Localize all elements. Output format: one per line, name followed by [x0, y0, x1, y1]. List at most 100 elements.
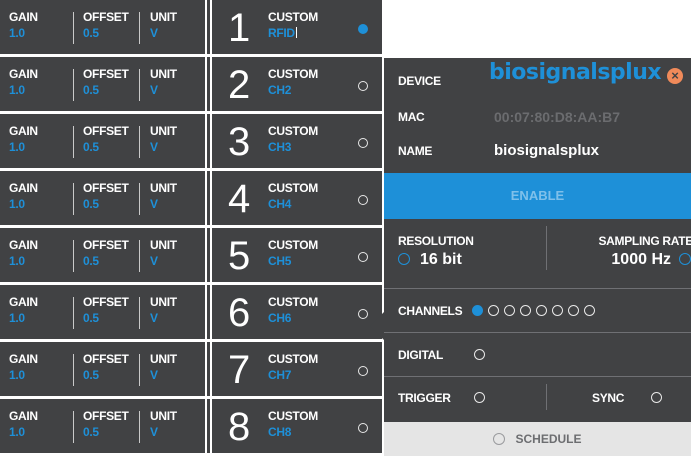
unit-value: V	[150, 140, 158, 154]
unit-field[interactable]: UNIT V	[150, 10, 177, 40]
channel-toggle-6[interactable]	[552, 305, 563, 316]
sync-label: SYNC	[592, 391, 625, 405]
channel-row[interactable]: GAIN 1.0 OFFSET 0.5 UNIT V 4 CUSTOM CH4	[0, 171, 382, 225]
name-label: NAME	[398, 144, 433, 158]
custom-label-field[interactable]: CUSTOM RFID	[268, 10, 318, 40]
custom-label-field[interactable]: CUSTOM CH5	[268, 238, 318, 268]
gain-value: 1.0	[9, 26, 25, 40]
gain-label: GAIN	[9, 409, 38, 423]
channel-select-radio[interactable]	[358, 423, 368, 433]
gain-field[interactable]: GAIN 1.0	[9, 238, 38, 268]
channel-row[interactable]: GAIN 1.0 OFFSET 0.5 UNIT V 8 CUSTOM CH8	[0, 399, 382, 453]
custom-label-field[interactable]: CUSTOM CH7	[268, 352, 318, 382]
gain-field[interactable]: GAIN 1.0	[9, 352, 38, 382]
offset-field[interactable]: OFFSET 0.5	[83, 409, 129, 439]
unit-value: V	[150, 311, 158, 325]
enable-button[interactable]: ENABLE	[384, 173, 691, 219]
offset-field[interactable]: OFFSET 0.5	[83, 124, 129, 154]
channel-toggles	[472, 305, 595, 316]
custom-value-wrap: RFID	[268, 26, 318, 40]
schedule-button[interactable]: SCHEDULE	[384, 422, 691, 456]
unit-field[interactable]: UNIT V	[150, 124, 177, 154]
sync-radio[interactable]	[651, 392, 662, 403]
channel-row[interactable]: GAIN 1.0 OFFSET 0.5 UNIT V 2 CUSTOM CH2	[0, 57, 382, 111]
offset-label: OFFSET	[83, 124, 129, 138]
channel-select-radio[interactable]	[358, 24, 368, 34]
channel-toggle-3[interactable]	[504, 305, 515, 316]
offset-label: OFFSET	[83, 409, 129, 423]
channel-select-radio[interactable]	[358, 81, 368, 91]
custom-label: CUSTOM	[268, 238, 318, 252]
unit-value: V	[150, 254, 158, 268]
gain-field[interactable]: GAIN 1.0	[9, 124, 38, 154]
channel-select-radio[interactable]	[358, 309, 368, 319]
gain-value: 1.0	[9, 311, 25, 325]
offset-field[interactable]: OFFSET 0.5	[83, 10, 129, 40]
channel-row[interactable]: GAIN 1.0 OFFSET 0.5 UNIT V 7 CUSTOM CH7	[0, 342, 382, 396]
channel-toggle-2[interactable]	[488, 305, 499, 316]
divider	[205, 399, 207, 453]
custom-label-field[interactable]: CUSTOM CH4	[268, 181, 318, 211]
channel-number: 7	[228, 348, 251, 392]
custom-value: CH2	[268, 83, 292, 97]
offset-field[interactable]: OFFSET 0.5	[83, 238, 129, 268]
channel-select-radio[interactable]	[358, 252, 368, 262]
trigger-radio[interactable]	[474, 392, 485, 403]
gain-field[interactable]: GAIN 1.0	[9, 67, 38, 97]
device-name-value[interactable]: biosignalsplux	[494, 142, 599, 159]
gain-field[interactable]: GAIN 1.0	[9, 409, 38, 439]
channel-select-radio[interactable]	[358, 195, 368, 205]
offset-value: 0.5	[83, 83, 99, 97]
channel-select-radio[interactable]	[358, 366, 368, 376]
channel-row[interactable]: GAIN 1.0 OFFSET 0.5 UNIT V 5 CUSTOM CH5	[0, 228, 382, 282]
offset-field[interactable]: OFFSET 0.5	[83, 67, 129, 97]
resolution-value: 16 bit	[420, 251, 462, 268]
channel-number: 6	[228, 291, 251, 335]
channel-row[interactable]: GAIN 1.0 OFFSET 0.5 UNIT V 3 CUSTOM CH3	[0, 114, 382, 168]
divider	[139, 411, 140, 443]
unit-field[interactable]: UNIT V	[150, 295, 177, 325]
offset-label: OFFSET	[83, 181, 129, 195]
channel-toggle-7[interactable]	[568, 305, 579, 316]
offset-field[interactable]: OFFSET 0.5	[83, 295, 129, 325]
sampling-rate-selector[interactable]: 1000 Hz	[611, 251, 691, 269]
custom-value-wrap: CH8	[268, 425, 318, 439]
channel-toggle-5[interactable]	[536, 305, 547, 316]
gain-label: GAIN	[9, 181, 38, 195]
channel-row[interactable]: GAIN 1.0 OFFSET 0.5 UNIT V 1 CUSTOM RFID	[0, 0, 382, 54]
channel-row[interactable]: GAIN 1.0 OFFSET 0.5 UNIT V 6 CUSTOM CH6	[0, 285, 382, 339]
divider	[205, 114, 207, 168]
gain-field[interactable]: GAIN 1.0	[9, 10, 38, 40]
unit-field[interactable]: UNIT V	[150, 67, 177, 97]
unit-value: V	[150, 83, 158, 97]
gain-field[interactable]: GAIN 1.0	[9, 181, 38, 211]
custom-label-field[interactable]: CUSTOM CH2	[268, 67, 318, 97]
custom-label-field[interactable]: CUSTOM CH8	[268, 409, 318, 439]
offset-field[interactable]: OFFSET 0.5	[83, 181, 129, 211]
unit-label: UNIT	[150, 124, 177, 138]
gain-field[interactable]: GAIN 1.0	[9, 295, 38, 325]
channel-toggle-1[interactable]	[472, 305, 483, 316]
divider	[210, 342, 212, 396]
device-label: DEVICE	[398, 74, 441, 88]
offset-field[interactable]: OFFSET 0.5	[83, 352, 129, 382]
channel-number: 3	[228, 120, 251, 164]
unit-field[interactable]: UNIT V	[150, 409, 177, 439]
channel-select-radio[interactable]	[358, 138, 368, 148]
custom-value: CH3	[268, 140, 292, 154]
custom-label-field[interactable]: CUSTOM CH3	[268, 124, 318, 154]
channel-toggle-4[interactable]	[520, 305, 531, 316]
custom-label-field[interactable]: CUSTOM CH6	[268, 295, 318, 325]
channel-toggle-8[interactable]	[584, 305, 595, 316]
resolution-selector[interactable]: 16 bit	[398, 251, 462, 269]
unit-field[interactable]: UNIT V	[150, 181, 177, 211]
custom-label: CUSTOM	[268, 67, 318, 81]
unit-value: V	[150, 368, 158, 382]
unit-label: UNIT	[150, 409, 177, 423]
schedule-label: SCHEDULE	[515, 432, 582, 446]
custom-value-wrap: CH2	[268, 83, 318, 97]
close-icon[interactable]: ×	[667, 68, 683, 84]
digital-radio[interactable]	[474, 349, 485, 360]
unit-field[interactable]: UNIT V	[150, 352, 177, 382]
unit-field[interactable]: UNIT V	[150, 238, 177, 268]
